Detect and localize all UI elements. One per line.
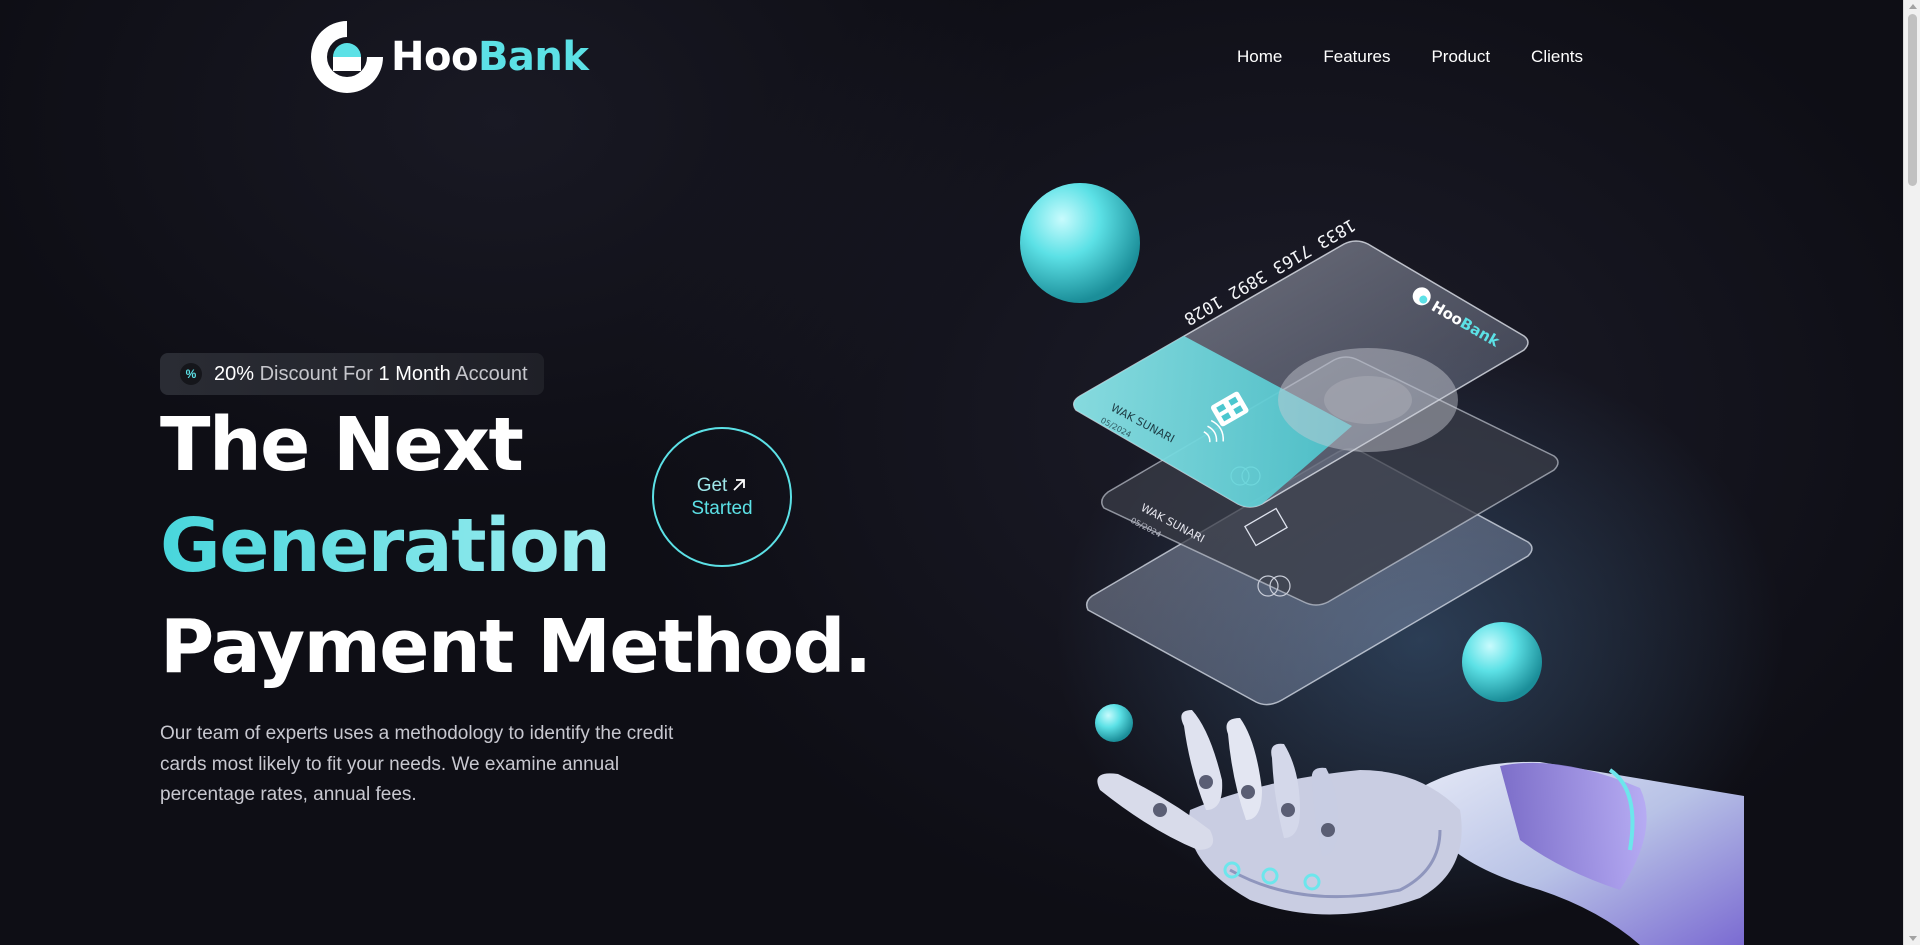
hoobank-logo-icon <box>311 21 383 93</box>
sphere-small <box>1095 704 1133 742</box>
hero-title-line1: The Next <box>160 402 524 488</box>
nav-item-home[interactable]: Home <box>1237 47 1282 67</box>
discount-value: 20% <box>214 362 255 385</box>
nav-item-product[interactable]: Product <box>1431 47 1490 67</box>
logo[interactable]: HooBank <box>311 21 589 93</box>
percent-icon: % <box>180 363 202 385</box>
discount-badge: % 20% Discount For 1 Month Account <box>160 353 544 395</box>
discount-text1: Discount For <box>259 362 373 385</box>
scroll-up-icon[interactable] <box>1909 4 1917 9</box>
get-started-label2: Started <box>691 498 753 519</box>
get-started-label1: Get <box>696 474 728 496</box>
brand-name-part2: Bank <box>477 34 589 80</box>
discount-text2: Account <box>455 362 528 385</box>
nav-item-features[interactable]: Features <box>1323 47 1390 67</box>
scroll-down-icon[interactable] <box>1909 936 1917 941</box>
nav-item-clients[interactable]: Clients <box>1531 47 1583 67</box>
hero-illustration: WAK SUNARI 05/2024 1833 7163 3892 1028 H… <box>1020 183 1744 945</box>
hero-title-line3: Payment Method. <box>160 604 872 690</box>
arrow-up-right-icon <box>733 479 746 492</box>
discount-duration: 1 Month <box>378 362 451 385</box>
brand-name-part1: Hoo <box>391 34 478 80</box>
main-nav: Home Features Product Clients <box>1237 47 1583 67</box>
sphere-medium <box>1462 622 1542 702</box>
sphere-large <box>1020 183 1140 303</box>
hero-title-line2: Generation <box>160 503 611 589</box>
page-scrollbar[interactable] <box>1903 0 1920 945</box>
brand-name: HooBank <box>391 34 589 80</box>
robot-hand <box>1097 710 1744 945</box>
scroll-thumb[interactable] <box>1908 14 1917 186</box>
get-started-button[interactable]: Get Started <box>652 427 792 567</box>
hero-description: Our team of experts uses a methodology t… <box>160 723 674 805</box>
